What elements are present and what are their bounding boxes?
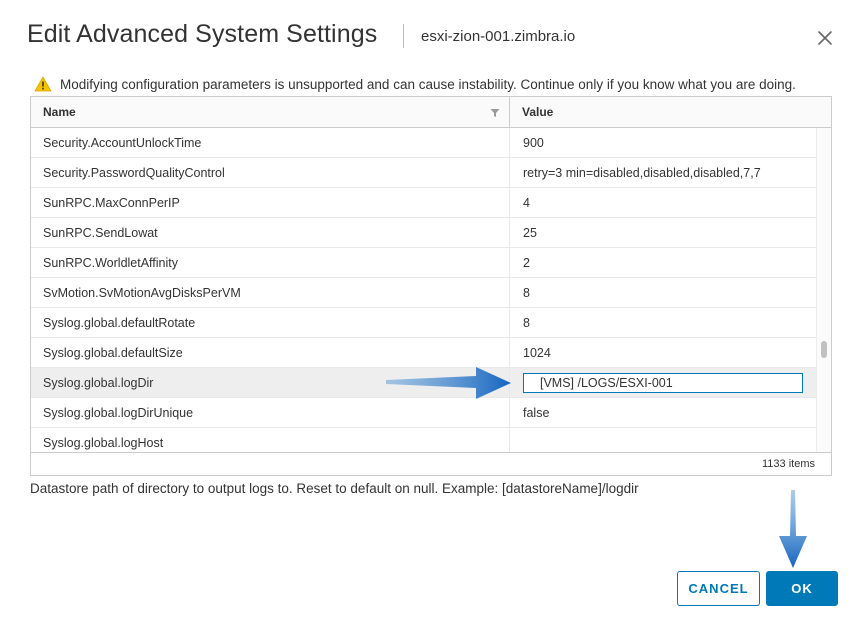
setting-value: 8 <box>523 286 530 300</box>
table-row[interactable]: Security.PasswordQualityControl retry=3 m… <box>31 158 816 188</box>
table-row[interactable]: SvMotion.SvMotionAvgDisksPerVM 8 <box>31 278 816 308</box>
grid-header: Name Value <box>31 97 831 128</box>
setting-value: 2 <box>523 256 530 270</box>
cell-divider <box>509 248 510 278</box>
table-row-selected[interactable]: Syslog.global.logDir <box>31 368 816 398</box>
setting-name: Syslog.global.logDir <box>43 376 154 390</box>
setting-name: SunRPC.WorldletAffinity <box>43 256 179 270</box>
cell-divider <box>509 308 510 338</box>
grid-scrollbar[interactable] <box>816 128 831 452</box>
ok-button[interactable]: OK <box>766 571 838 606</box>
table-row[interactable]: Syslog.global.logDirUnique false <box>31 398 816 428</box>
setting-value: 8 <box>523 316 530 330</box>
cancel-button[interactable]: CANCEL <box>677 571 760 606</box>
setting-value: retry=3 min=disabled,disabled,disabled,7… <box>523 166 761 180</box>
column-divider[interactable] <box>509 97 510 127</box>
filter-icon[interactable] <box>490 108 500 118</box>
warning-text: Modifying configuration parameters is un… <box>60 76 796 92</box>
setting-name: Syslog.global.defaultRotate <box>43 316 196 330</box>
table-row[interactable]: SunRPC.MaxConnPerIP 4 <box>31 188 816 218</box>
setting-name: SunRPC.MaxConnPerIP <box>43 196 180 210</box>
setting-value: false <box>523 406 550 420</box>
cell-divider <box>509 158 510 188</box>
setting-name: SunRPC.SendLowat <box>43 226 158 240</box>
column-header-value[interactable]: Value <box>522 97 553 127</box>
warning-banner: Modifying configuration parameters is un… <box>34 75 796 93</box>
cell-divider <box>509 278 510 308</box>
cell-divider <box>509 368 510 398</box>
scrollbar-thumb[interactable] <box>821 341 827 358</box>
cell-divider <box>509 338 510 368</box>
table-row[interactable]: SunRPC.WorldletAffinity 2 <box>31 248 816 278</box>
annotation-arrow-down-icon <box>779 490 807 568</box>
setting-value: 4 <box>523 196 530 210</box>
cell-divider <box>509 428 510 452</box>
setting-value-input[interactable] <box>523 373 803 393</box>
table-row[interactable]: Syslog.global.logHost <box>31 428 816 452</box>
cell-divider <box>509 398 510 428</box>
setting-value: 1024 <box>523 346 551 360</box>
table-row[interactable]: Syslog.global.defaultRotate 8 <box>31 308 816 338</box>
table-row[interactable]: SunRPC.SendLowat 25 <box>31 218 816 248</box>
table-row[interactable]: Security.AccountUnlockTime 900 <box>31 128 816 158</box>
setting-name: Security.PasswordQualityControl <box>43 166 225 180</box>
setting-name: SvMotion.SvMotionAvgDisksPerVM <box>43 286 241 300</box>
cell-divider <box>509 188 510 218</box>
setting-name: Security.AccountUnlockTime <box>43 136 202 150</box>
cell-divider <box>509 128 510 158</box>
setting-value: 900 <box>523 136 544 150</box>
host-name: esxi-zion-001.zimbra.io <box>421 28 576 45</box>
setting-value: 25 <box>523 226 537 240</box>
column-header-name[interactable]: Name <box>43 97 76 127</box>
setting-name: Syslog.global.logDirUnique <box>43 406 194 420</box>
item-count: 1133 items <box>762 458 815 470</box>
settings-grid: Name Value Security.AccountUnlockTime 900… <box>30 96 832 476</box>
warning-triangle-icon <box>34 76 52 92</box>
grid-footer: 1133 items <box>31 452 831 475</box>
setting-value <box>523 428 813 452</box>
dialog-title: Edit Advanced System Settings <box>27 20 378 48</box>
setting-name: Syslog.global.defaultSize <box>43 346 183 360</box>
table-row[interactable]: Syslog.global.defaultSize 1024 <box>31 338 816 368</box>
setting-description: Datastore path of directory to output lo… <box>30 481 639 496</box>
dialog-header: Edit Advanced System Settings esxi-zion-… <box>0 0 862 72</box>
close-icon[interactable] <box>814 27 836 49</box>
setting-name: Syslog.global.logHost <box>43 436 164 450</box>
cell-divider <box>509 218 510 248</box>
title-divider <box>403 24 404 48</box>
grid-rows: Security.AccountUnlockTime 900 Security.P… <box>31 128 816 452</box>
